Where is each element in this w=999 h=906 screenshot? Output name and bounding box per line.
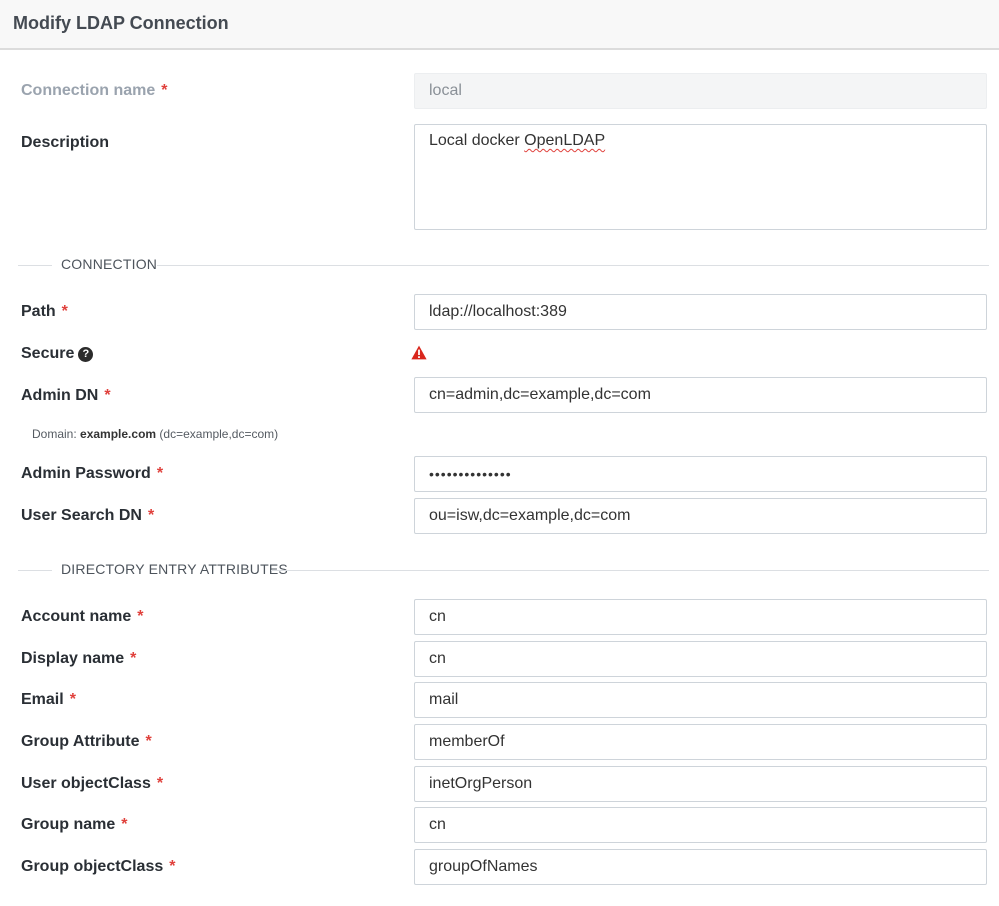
display-name-label: Display name *: [21, 650, 136, 668]
user-objectclass-label: User objectClass *: [21, 775, 163, 793]
admin-password-input[interactable]: ••••••••••••••: [414, 456, 987, 492]
admin-password-label-text: Admin Password: [21, 465, 151, 482]
section-title-attributes: DIRECTORY ENTRY ATTRIBUTES: [61, 561, 288, 577]
user-search-dn-input[interactable]: ou=isw,dc=example,dc=com: [414, 498, 987, 534]
section-directory-entry-attributes: DIRECTORY ENTRY ATTRIBUTES: [18, 561, 989, 581]
group-objectclass-input[interactable]: groupOfNames: [414, 849, 987, 885]
page-header: Modify LDAP Connection: [0, 0, 999, 50]
section-divider: [18, 570, 52, 571]
required-marker: *: [104, 387, 111, 404]
required-marker: *: [61, 303, 68, 320]
admin-dn-label: Admin DN *: [21, 387, 111, 405]
account-name-label-text: Account name: [21, 608, 132, 625]
domain-hint-domain: example.com: [80, 427, 157, 441]
required-marker: *: [156, 775, 164, 792]
group-name-label: Group name *: [21, 816, 127, 834]
group-attribute-input[interactable]: memberOf: [414, 724, 987, 760]
display-name-input[interactable]: cn: [414, 641, 987, 677]
account-name-label: Account name *: [21, 608, 143, 626]
question-circle-icon[interactable]: ?: [78, 347, 94, 362]
domain-hint-suffix: (dc=example,dc=com): [159, 427, 279, 441]
user-objectclass-input[interactable]: inetOrgPerson: [414, 766, 987, 802]
admin-password-label: Admin Password *: [21, 465, 163, 483]
description-textarea[interactable]: Local docker OpenLDAP: [414, 124, 987, 230]
domain-hint: Domain: example.com (dc=example,dc=com): [32, 427, 278, 441]
display-name-label-text: Display name: [21, 650, 125, 667]
connection-name-input: local: [414, 73, 987, 109]
account-name-input[interactable]: cn: [414, 599, 987, 635]
section-divider: [157, 265, 989, 266]
path-label-text: Path: [21, 303, 56, 320]
group-objectclass-label-text: Group objectClass: [21, 858, 164, 875]
required-marker: *: [147, 507, 155, 524]
description-text: Local docker: [429, 132, 525, 149]
section-divider: [18, 265, 52, 266]
group-attribute-label: Group Attribute *: [21, 733, 152, 751]
required-marker: *: [130, 650, 137, 667]
connection-name-label: Connection name *: [21, 82, 167, 100]
path-input[interactable]: ldap://localhost:389: [414, 294, 987, 330]
required-marker: *: [145, 733, 152, 750]
group-name-label-text: Group name: [21, 816, 116, 833]
description-label-text: Description: [21, 134, 110, 151]
email-input[interactable]: mail: [414, 682, 987, 718]
path-label: Path *: [21, 303, 68, 321]
admin-dn-label-text: Admin DN: [21, 387, 99, 404]
email-label: Email *: [21, 691, 76, 709]
spellcheck-underlined-word: OpenLDAP: [524, 132, 606, 149]
group-name-input[interactable]: cn: [414, 807, 987, 843]
required-marker: *: [137, 608, 144, 625]
email-label-text: Email: [21, 691, 64, 708]
page-title: Modify LDAP Connection: [13, 13, 229, 33]
required-marker: *: [69, 691, 76, 708]
user-search-dn-label-text: User Search DN: [21, 507, 142, 524]
required-marker: *: [161, 82, 168, 99]
user-search-dn-label: User Search DN *: [21, 507, 154, 525]
required-marker: *: [156, 465, 164, 482]
group-attribute-label-text: Group Attribute: [21, 733, 140, 750]
required-marker: *: [121, 816, 128, 833]
section-connection: CONNECTION: [18, 256, 989, 276]
domain-hint-prefix: Domain:: [32, 427, 77, 441]
description-label: Description: [21, 134, 109, 152]
secure-label-text: Secure: [21, 345, 75, 362]
required-marker: *: [169, 858, 176, 875]
user-objectclass-label-text: User objectClass: [21, 775, 151, 792]
warning-triangle-icon[interactable]: [411, 345, 427, 360]
section-divider: [271, 570, 989, 571]
section-title-connection: CONNECTION: [61, 256, 158, 272]
connection-name-label-text: Connection name: [21, 82, 156, 99]
admin-dn-input[interactable]: cn=admin,dc=example,dc=com: [414, 377, 987, 413]
secure-label: Secure?: [21, 345, 94, 363]
group-objectclass-label: Group objectClass *: [21, 858, 175, 876]
